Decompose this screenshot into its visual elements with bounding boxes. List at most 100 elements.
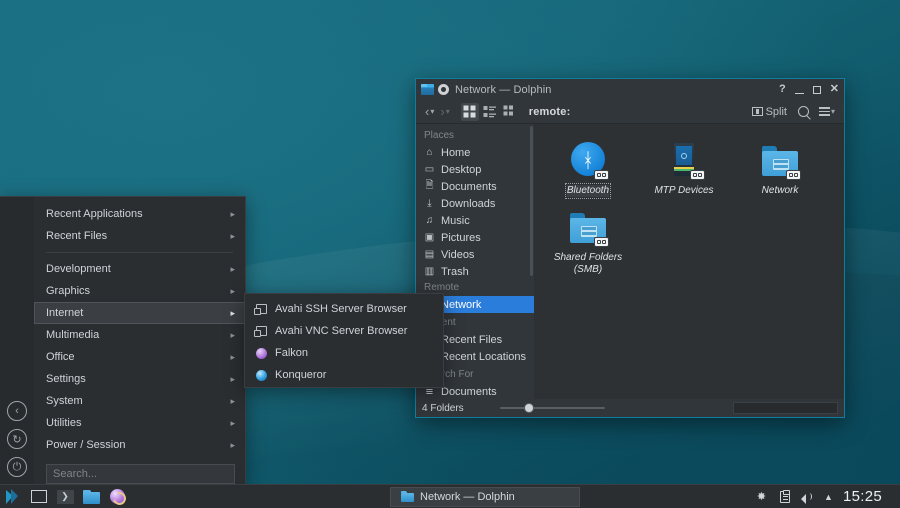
places-item-music[interactable]: ♫ Music [416, 212, 534, 229]
submenu-item-avahi-ssh-server-browser[interactable]: Avahi SSH Server Browser [245, 298, 443, 320]
location-bar[interactable]: remote: [521, 106, 752, 118]
digital-clock[interactable]: 15:25 [843, 488, 892, 505]
window-title: Network — Dolphin [455, 84, 779, 96]
task-button-dolphin[interactable]: Network — Dolphin [390, 487, 580, 507]
trash-icon: ▥ [424, 266, 435, 277]
menu-item-multimedia[interactable]: Multimedia ▸ [34, 324, 245, 346]
submenu-item-label: Konqueror [275, 369, 326, 381]
taskbar: ❯ Network — Dolphin ✸ ▲ 15:25 [0, 484, 900, 508]
compact-view-icon [483, 105, 496, 118]
firefox-icon [110, 489, 125, 504]
close-button[interactable]: ✕ [830, 84, 839, 95]
chevron-right-icon: ▸ [230, 264, 235, 275]
file-item-shared-folders-smb[interactable]: Shared Folders (SMB) [540, 203, 636, 282]
view-details-button[interactable] [501, 103, 519, 121]
places-item-label: Recent Files [441, 334, 502, 346]
clipboard-icon[interactable] [778, 490, 791, 503]
back-icon[interactable]: ‹ [7, 401, 27, 421]
places-item-trash[interactable]: ▥ Trash [416, 263, 534, 280]
pager-button[interactable] [26, 485, 52, 508]
menu-separator [46, 252, 233, 253]
menu-search-input[interactable]: Search... [46, 464, 235, 484]
pager-icon [31, 490, 47, 503]
item-count-label: 4 Folders [422, 403, 464, 414]
chevron-down-icon: ▾ [430, 107, 434, 116]
places-item-pictures[interactable]: ▣ Pictures [416, 229, 534, 246]
system-tray: ✸ ▲ 15:25 [755, 488, 900, 505]
menu-item-label: System [46, 395, 230, 407]
dolphin-launcher[interactable] [78, 485, 104, 508]
main-menu-button[interactable]: ▾ [816, 102, 838, 121]
terminal-launcher[interactable]: ❯ [52, 485, 78, 508]
zoom-slider[interactable] [500, 403, 605, 413]
browser-launcher[interactable] [104, 485, 130, 508]
task-button-label: Network — Dolphin [420, 491, 515, 503]
internet-submenu[interactable]: Avahi SSH Server Browser Avahi VNC Serve… [244, 293, 444, 388]
chevron-right-icon: ▸ [230, 330, 235, 341]
places-item-label: Documents [441, 386, 497, 398]
record-indicator-icon [438, 84, 449, 95]
submenu-item-avahi-vnc-server-browser[interactable]: Avahi VNC Server Browser [245, 320, 443, 342]
menu-item-power-session[interactable]: Power / Session ▸ [34, 434, 245, 456]
menu-item-development[interactable]: Development ▸ [34, 258, 245, 280]
menu-item-graphics[interactable]: Graphics ▸ [34, 280, 245, 302]
file-item-label: Network [762, 185, 799, 197]
network-folder-icon [759, 140, 801, 182]
show-hidden-icon[interactable]: ▲ [824, 492, 833, 502]
menu-item-recent-applications[interactable]: Recent Applications ▸ [34, 203, 245, 225]
forward-button[interactable]: › ▾ [437, 102, 452, 121]
hamburger-menu-icon [819, 107, 830, 115]
file-item-network[interactable]: Network [732, 136, 828, 203]
places-item-videos[interactable]: ▤ Videos [416, 246, 534, 263]
places-item-home[interactable]: ⌂ Home [416, 144, 534, 161]
maximize-button[interactable] [813, 86, 821, 94]
menu-item-label: Recent Files [46, 230, 230, 242]
places-item-desktop[interactable]: ▭ Desktop [416, 161, 534, 178]
menu-item-recent-files[interactable]: Recent Files ▸ [34, 225, 245, 247]
chevron-right-icon: ▸ [230, 209, 235, 220]
zoom-slider-track [500, 407, 605, 409]
places-item-label: Recent Locations [441, 351, 526, 363]
volume-icon[interactable] [801, 490, 814, 503]
menu-item-settings[interactable]: Settings ▸ [34, 368, 245, 390]
menu-sidebar-rail: ‹ ↻ ⏻ [0, 197, 34, 485]
file-view[interactable]: ᚼ Bluetooth MTP Devices [534, 124, 844, 399]
refresh-icon[interactable]: ↻ [7, 429, 27, 449]
split-view-button[interactable]: Split [752, 106, 787, 118]
file-item-bluetooth[interactable]: ᚼ Bluetooth [540, 136, 636, 203]
chevron-right-icon: ▸ [230, 352, 235, 363]
submenu-item-konqueror[interactable]: Konqueror [245, 364, 443, 386]
application-launcher-button[interactable] [0, 485, 26, 508]
power-icon[interactable]: ⏻ [7, 457, 27, 477]
smb-folder-icon [567, 207, 609, 249]
menu-item-label: Internet [46, 307, 230, 319]
view-compact-button[interactable] [481, 103, 499, 121]
menu-item-internet[interactable]: Internet ▸ [34, 302, 245, 324]
chevron-right-icon: ▸ [230, 374, 235, 385]
menu-item-label: Office [46, 351, 230, 363]
file-item-mtp-devices[interactable]: MTP Devices [636, 136, 732, 203]
dolphin-icon [83, 490, 100, 504]
places-item-downloads[interactable]: ⤓ Downloads [416, 195, 534, 212]
chevron-right-icon: ▸ [230, 231, 235, 242]
view-icons-button[interactable] [461, 103, 479, 121]
back-button[interactable]: ‹ ▾ [422, 102, 437, 121]
menu-item-system[interactable]: System ▸ [34, 390, 245, 412]
help-button[interactable]: ? [779, 84, 786, 95]
menu-item-office[interactable]: Office ▸ [34, 346, 245, 368]
submenu-item-falkon[interactable]: Falkon [245, 342, 443, 364]
places-scrollbar[interactable] [530, 126, 533, 276]
icons-view-icon [463, 105, 476, 118]
zoom-slider-handle[interactable] [524, 403, 534, 413]
chevron-down-icon: ▾ [446, 107, 450, 116]
places-item-documents[interactable]: 🗎 Documents [416, 178, 534, 195]
application-menu[interactable]: ‹ ↻ ⏻ Recent Applications ▸ Recent Files… [0, 196, 246, 486]
minimize-button[interactable] [795, 93, 804, 94]
display-settings-icon[interactable]: ✸ [755, 490, 768, 503]
menu-item-utilities[interactable]: Utilities ▸ [34, 412, 245, 434]
search-button[interactable] [795, 102, 812, 121]
music-icon: ♫ [424, 215, 435, 226]
dolphin-window[interactable]: Network — Dolphin ? ✕ ‹ ▾ › ▾ [415, 78, 845, 418]
window-titlebar[interactable]: Network — Dolphin ? ✕ [416, 79, 844, 100]
forward-arrow-icon: › [440, 105, 444, 118]
